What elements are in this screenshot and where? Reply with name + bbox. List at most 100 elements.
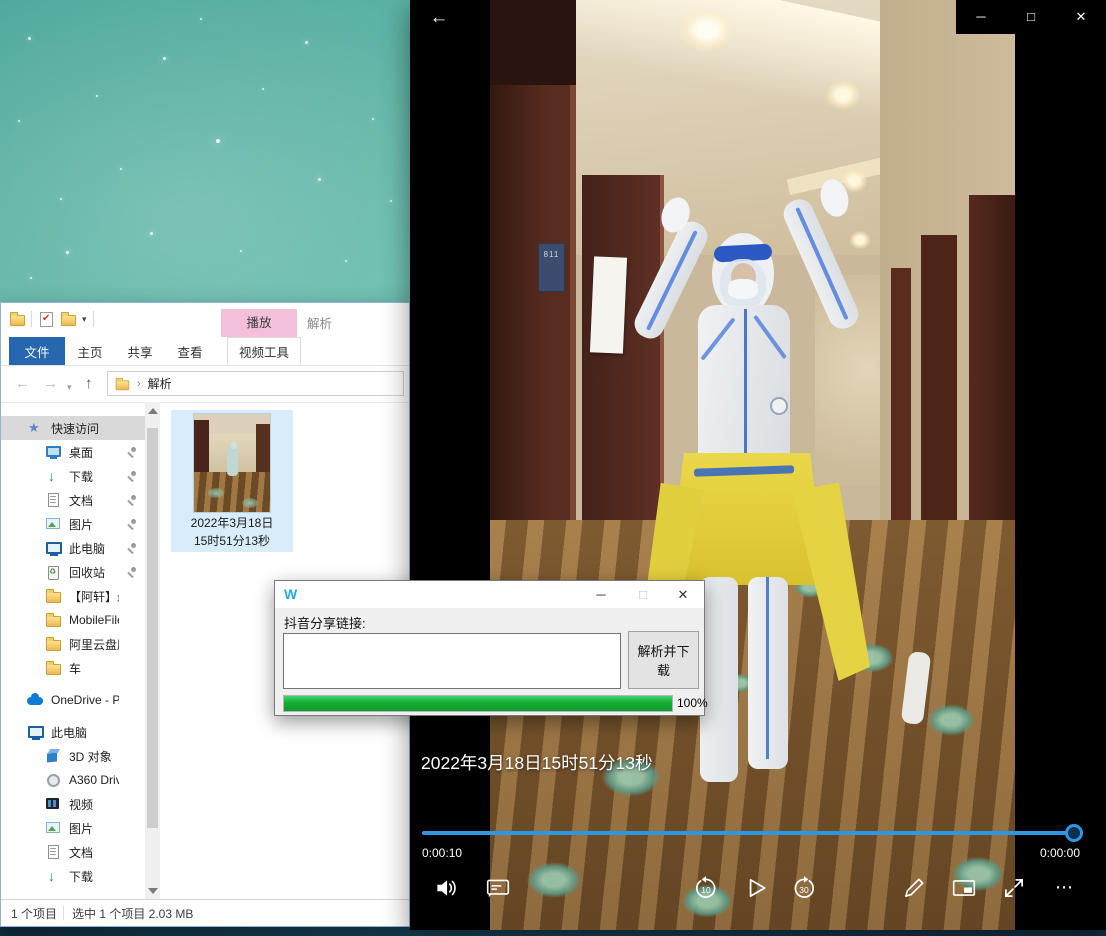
dialog-minimize-button[interactable]: ─ — [584, 581, 618, 608]
video-frame[interactable]: 811 — [490, 0, 1015, 930]
sidebar-item-icon — [45, 844, 61, 860]
thumb-medallion — [208, 488, 224, 498]
history-caret-icon[interactable]: ▾ — [67, 376, 72, 398]
properties-icon[interactable] — [38, 311, 54, 327]
pin-icon — [127, 543, 137, 553]
close-button[interactable]: ✕ — [1056, 0, 1106, 34]
sidebar-item[interactable]: 图片 — [1, 816, 145, 840]
new-folder-icon[interactable] — [60, 311, 76, 327]
sidebar-item[interactable]: 图片 — [1, 512, 145, 536]
sidebar-item-label: 阿里云盘压缩文 — [69, 636, 119, 653]
sidebar-scrollbar[interactable] — [145, 402, 160, 900]
folder-icon[interactable] — [9, 311, 25, 327]
sidebar-item-label: 【阿轩】最新50 — [69, 588, 119, 605]
separator — [93, 311, 94, 327]
sidebar-item[interactable]: 车 — [1, 656, 145, 680]
ribbon-tab[interactable]: 文件 — [9, 337, 65, 365]
sidebar-item-label: OneDrive - Perso — [51, 693, 119, 707]
person-right-leg — [748, 577, 788, 769]
parse-download-button[interactable]: 解析并下载 — [628, 631, 699, 689]
sidebar-item-icon — [45, 612, 61, 628]
ribbon-tab[interactable]: 主页 — [65, 337, 115, 365]
subtitles-button[interactable] — [482, 872, 514, 904]
file-item-selected[interactable]: 2022年3月18日 15时51分13秒 — [171, 410, 293, 552]
play-button[interactable] — [740, 872, 772, 904]
back-icon[interactable]: ← — [15, 373, 30, 395]
playback-controls: 10 30 ⋯ — [410, 870, 1106, 910]
mini-player-button[interactable] — [948, 872, 980, 904]
pin-icon — [127, 471, 137, 481]
skip-back-10-button[interactable]: 10 — [690, 872, 722, 904]
sidebar-item-icon — [45, 564, 61, 580]
sidebar-item-label: 文档 — [69, 492, 119, 509]
wallpaper-sparkle — [60, 198, 62, 200]
sidebar-item-label: A360 Drive — [69, 773, 119, 787]
sidebar-item[interactable]: A360 Drive — [1, 768, 145, 792]
up-icon[interactable]: ↑ — [85, 373, 93, 395]
fullscreen-button[interactable] — [998, 872, 1030, 904]
subtitles-icon — [485, 875, 511, 901]
sidebar-item[interactable]: 文档 — [1, 488, 145, 512]
sidebar-item[interactable]: 阿里云盘压缩文 — [1, 632, 145, 656]
wallpaper-sparkle — [305, 41, 308, 44]
scroll-up-icon[interactable] — [148, 408, 158, 414]
maximize-button[interactable]: □ — [1006, 0, 1056, 34]
sidebar-item[interactable]: 3D 对象 — [1, 744, 145, 768]
sidebar-item[interactable]: 下载 — [1, 464, 145, 488]
sidebar-item[interactable]: 视频 — [1, 792, 145, 816]
skip-forward-label: 30 — [788, 885, 820, 895]
sidebar-item-label: 3D 对象 — [69, 748, 119, 765]
sidebar-item-label: 车 — [69, 660, 119, 677]
back-button[interactable]: ← — [420, 4, 458, 32]
seek-handle[interactable] — [1065, 824, 1083, 842]
scroll-down-icon[interactable] — [148, 888, 158, 894]
sidebar-item[interactable]: 下载 — [1, 864, 145, 888]
sidebar-item[interactable]: 此电脑 — [1, 536, 145, 560]
breadcrumb-path[interactable]: 解析 — [148, 375, 172, 392]
sidebar-item-label: 回收站 — [69, 564, 119, 581]
more-options-button[interactable]: ⋯ — [1048, 872, 1080, 904]
ceiling-light — [670, 0, 744, 60]
sidebar-item-icon — [45, 636, 61, 652]
sidebar-item-icon — [27, 724, 43, 740]
minimize-button[interactable]: ─ — [956, 0, 1006, 34]
video-thumbnail — [194, 414, 270, 512]
sidebar-item[interactable]: 桌面 — [1, 440, 145, 464]
volume-button[interactable] — [430, 872, 462, 904]
dialog-titlebar[interactable]: W ─ □ ✕ — [275, 581, 704, 608]
share-link-input[interactable] — [283, 633, 621, 689]
sidebar-item[interactable]: MobileFile — [1, 608, 145, 632]
address-bar[interactable]: › 解析 — [107, 371, 404, 396]
volume-icon — [433, 875, 459, 901]
sidebar-item[interactable]: 回收站 — [1, 560, 145, 584]
contextual-tab-group-label[interactable]: 播放 — [221, 309, 297, 337]
sidebar-item-icon — [45, 868, 61, 884]
edit-button[interactable] — [898, 872, 930, 904]
qat-customize-caret-icon[interactable]: ▾ — [82, 311, 87, 327]
sidebar-item-label: 下载 — [69, 468, 119, 485]
sidebar-item[interactable]: 此电脑 — [1, 720, 145, 744]
scrollbar-thumb[interactable] — [147, 428, 158, 828]
ribbon-tab[interactable]: 视频工具 — [227, 337, 301, 365]
ribbon-tab[interactable]: 查看 — [165, 337, 215, 365]
sidebar-item[interactable]: 【阿轩】最新50 — [1, 584, 145, 608]
explorer-titlebar[interactable]: ▾ 播放 解析 — [1, 303, 409, 337]
progress-fill — [284, 696, 672, 711]
seek-bar[interactable] — [422, 831, 1074, 835]
skip-forward-30-button[interactable]: 30 — [788, 872, 820, 904]
sidebar-item[interactable]: 文档 — [1, 840, 145, 864]
sidebar-item[interactable]: 快速访问 — [1, 416, 145, 440]
sidebar-item-icon — [45, 516, 61, 532]
address-folder-icon — [115, 376, 129, 390]
ribbon-tab[interactable]: 共享 — [115, 337, 165, 365]
pin-icon — [127, 519, 137, 529]
dialog-close-button[interactable]: ✕ — [666, 581, 700, 608]
file-name-line1: 2022年3月18日 — [171, 514, 293, 532]
breadcrumb-chevron-icon: › — [137, 378, 141, 390]
forward-icon[interactable]: → — [43, 373, 58, 395]
sidebar-item[interactable]: OneDrive - Perso — [1, 688, 145, 712]
separator — [63, 906, 64, 920]
wallpaper-sparkle — [96, 95, 98, 97]
sidebar-item-icon — [45, 796, 61, 812]
window-controls: ─ □ ✕ — [956, 0, 1106, 34]
